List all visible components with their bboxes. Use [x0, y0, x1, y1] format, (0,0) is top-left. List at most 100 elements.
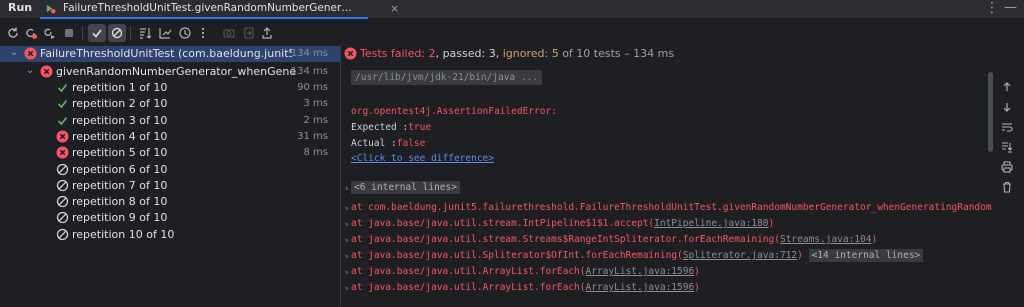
summary-rest: of 10 tests – 134 ms: [558, 47, 675, 60]
scroll-to-end-icon[interactable]: [998, 138, 1016, 156]
chevron-right-icon[interactable]: ›: [344, 284, 349, 294]
run-config-tab-label: FailureThresholdUnitTest.givenRandomNumb…: [63, 2, 353, 14]
stack-frame: at java.base/java.util.ArrayList.forEach…: [351, 282, 586, 293]
source-link[interactable]: Spliterator.java:712: [683, 250, 797, 261]
tree-row-label: repetition 5 of 10: [72, 146, 168, 160]
stack-frame: at com.baeldung.junit5.failurethreshold.…: [351, 202, 992, 213]
tree-row-repetition[interactable]: repetition 3 of 10 2 ms: [0, 113, 340, 129]
stack-trace-line: at java.base/java.util.stream.IntPipelin…: [351, 218, 774, 229]
ignored-status-icon: [56, 212, 69, 224]
internal-lines-fold[interactable]: <6 internal lines>: [351, 181, 460, 194]
run-tool-window-header: Run FailureThresholdUnitTest.givenRandom…: [0, 0, 1024, 19]
expected-line: Expected :true: [351, 122, 431, 133]
stack-trace-line: at java.base/java.util.ArrayList.forEach…: [351, 266, 700, 277]
sort-by-duration-icon[interactable]: [156, 24, 174, 42]
failed-status-icon: [24, 47, 37, 60]
active-tab-indicator: [40, 17, 368, 19]
tree-row-label: FailureThresholdUnitTest (com.baeldung.j…: [40, 47, 292, 60]
console-output[interactable]: /usr/lib/jvm/jdk-21/bin/java ... org.ope…: [344, 66, 992, 307]
tree-row-method[interactable]: ⌄ givenRandomNumberGenerator_whenGenerat…: [0, 64, 340, 80]
passed-status-icon: [57, 84, 68, 93]
soft-wrap-icon[interactable]: [998, 118, 1016, 136]
tree-row-repetition[interactable]: repetition 10 of 10: [0, 227, 340, 243]
source-link[interactable]: Streams.java:104: [780, 234, 872, 245]
chevron-right-icon[interactable]: ›: [344, 184, 349, 194]
more-options-icon[interactable]: ⋮: [985, 0, 999, 16]
toggle-auto-test-icon[interactable]: [40, 24, 58, 42]
more-icon[interactable]: [194, 24, 212, 42]
scroll-up-icon[interactable]: [998, 78, 1016, 96]
command-line[interactable]: /usr/lib/jvm/jdk-21/bin/java ...: [351, 70, 543, 85]
chevron-right-icon[interactable]: ›: [344, 204, 349, 214]
tree-row-label: repetition 1 of 10: [72, 81, 168, 94]
click-to-see-difference-link[interactable]: <Click to see difference>: [351, 153, 494, 164]
ignored-status-icon: [56, 195, 69, 208]
toolbar-separator: [130, 26, 131, 40]
tree-row-label: givenRandomNumberGenerator_whenGeneratin…: [56, 65, 296, 78]
close-tab-icon[interactable]: ×: [390, 2, 399, 15]
stack-trace-line: at java.base/java.util.Spliterator$OfInt…: [351, 249, 924, 262]
tree-row-repetition[interactable]: repetition 1 of 10 90 ms: [0, 80, 340, 96]
tree-row-time: 134 ms: [290, 48, 328, 59]
sort-alphabetically-icon[interactable]: [136, 24, 154, 42]
stack-frame: at java.base/java.util.stream.IntPipelin…: [351, 218, 655, 229]
chevron-right-icon[interactable]: ›: [344, 268, 349, 278]
minimize-icon[interactable]: —: [1004, 0, 1017, 15]
stack-trace-line: at java.base/java.util.ArrayList.forEach…: [351, 282, 700, 293]
tree-row-time: 134 ms: [290, 66, 328, 77]
tree-row-time: 31 ms: [297, 130, 328, 142]
source-link[interactable]: ArrayList.java:1596: [586, 282, 695, 293]
tree-row-repetition[interactable]: repetition 2 of 10 3 ms: [0, 96, 340, 112]
stack-frame-tail: ): [694, 282, 700, 293]
summary-failed: Tests failed: 2: [360, 47, 436, 60]
stack-trace-line: at java.base/java.util.stream.Streams$Ra…: [351, 234, 877, 245]
failed-status-icon: [56, 130, 69, 143]
clear-all-icon[interactable]: [998, 178, 1016, 196]
chevron-right-icon[interactable]: ›: [344, 252, 349, 262]
error-class-line: org.opentest4j.AssertionFailedError:: [351, 106, 557, 117]
chevron-right-icon[interactable]: ›: [344, 236, 349, 246]
import-tests-icon[interactable]: [240, 24, 258, 42]
source-link[interactable]: ArrayList.java:1596: [586, 266, 695, 277]
tree-row-repetition[interactable]: repetition 8 of 10: [0, 194, 340, 210]
tree-row-repetition[interactable]: repetition 6 of 10: [0, 162, 340, 178]
print-icon[interactable]: [998, 158, 1016, 176]
rerun-icon[interactable]: [4, 24, 22, 42]
tree-row-repetition[interactable]: repetition 7 of 10: [0, 178, 340, 194]
chevron-down-icon[interactable]: ⌄: [26, 65, 34, 76]
scroll-down-icon[interactable]: [998, 98, 1016, 116]
tree-row-label: repetition 8 of 10: [72, 195, 168, 209]
stack-frame-tail: ): [871, 234, 878, 245]
source-link[interactable]: IntPipeline.java:180: [654, 218, 768, 229]
tree-row-label: repetition 2 of 10: [72, 97, 168, 111]
panel-divider[interactable]: [340, 46, 341, 307]
show-ignored-icon[interactable]: [108, 24, 126, 42]
tree-row-repetition[interactable]: repetition 5 of 10 8 ms: [0, 145, 340, 161]
tree-row-time: 3 ms: [303, 98, 329, 110]
expected-value: true: [408, 122, 432, 133]
failed-status-icon: [344, 47, 357, 60]
ignored-status-icon: [56, 163, 69, 175]
actual-line: Actual :false: [351, 138, 425, 149]
summary-text: Tests failed: 2, passed: 3, ignored: 5 o…: [360, 47, 674, 60]
show-passed-icon[interactable]: [88, 24, 106, 42]
tree-row-label: repetition 7 of 10: [72, 178, 168, 192]
chevron-down-icon[interactable]: ⌄: [10, 47, 18, 58]
export-tests-icon[interactable]: [258, 24, 276, 42]
tree-row-label: repetition 10 of 10: [72, 227, 175, 241]
run-title: Run: [8, 1, 33, 14]
screenshot-icon[interactable]: [220, 24, 238, 42]
console-scrollbar[interactable]: [988, 72, 993, 152]
internal-lines-fold[interactable]: <14 internal lines>: [808, 249, 924, 262]
summary-ignored: ignored: 5: [502, 47, 559, 60]
tree-row-time: 2 ms: [303, 114, 329, 126]
tree-row-class[interactable]: ⌄ FailureThresholdUnitTest (com.baeldung…: [0, 46, 340, 62]
test-runner-toolbar: [0, 22, 340, 44]
tree-row-repetition[interactable]: repetition 9 of 10: [0, 210, 340, 226]
chevron-right-icon[interactable]: ›: [344, 220, 349, 230]
tree-row-repetition[interactable]: repetition 4 of 10 31 ms: [0, 129, 340, 145]
history-icon[interactable]: [176, 24, 194, 42]
rerun-failed-icon[interactable]: [22, 24, 40, 42]
test-run-icon: [46, 4, 56, 14]
stop-icon[interactable]: [60, 24, 78, 42]
